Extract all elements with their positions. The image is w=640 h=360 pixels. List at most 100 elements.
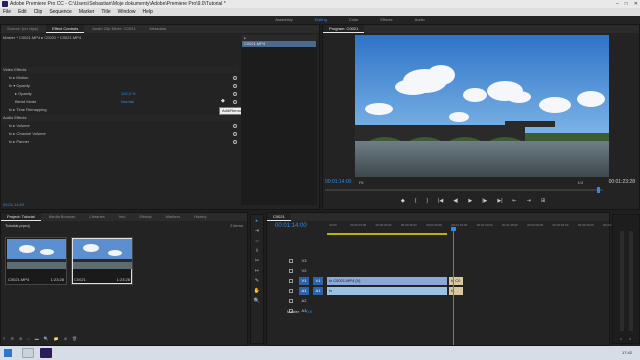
program-current-timecode[interactable]: 00:01:14:00 [325, 179, 351, 186]
project-item[interactable]: C0021.MP4 1:23:28 [5, 237, 67, 285]
pen-tool-icon[interactable]: ✎ [252, 277, 262, 285]
menu-sequence[interactable]: Sequence [49, 8, 72, 16]
tab-audio-clip-mixer[interactable]: Audio Clip Mixer: C0021 [86, 25, 141, 33]
freeform-view-icon[interactable]: ⊞ [19, 335, 22, 343]
zoom-tool-icon[interactable]: 🔍 [252, 297, 262, 305]
audio-track[interactable]: A3 [287, 307, 617, 315]
video-clip[interactable]: fx C0 [449, 277, 463, 285]
premiere-taskbar-icon[interactable] [40, 348, 52, 358]
reset-icon[interactable] [233, 84, 237, 88]
razor-tool-icon[interactable]: ✂ [252, 257, 262, 265]
play-icon[interactable]: ▶ [468, 197, 472, 205]
tab-media-browser[interactable]: Media Browser [43, 213, 82, 221]
master-volume[interactable]: 0,0 [306, 309, 312, 314]
tab-effect-controls[interactable]: Effect Controls [46, 25, 85, 33]
mark-out-icon[interactable]: } [426, 197, 428, 205]
windows-start-icon[interactable] [4, 349, 12, 357]
tab-sequence[interactable]: C0021 [267, 213, 291, 221]
lift-icon[interactable]: ⇤ [513, 197, 517, 205]
video-clip[interactable]: fx C0021.MP4 [V] [327, 277, 447, 285]
track-lock-icon[interactable] [289, 279, 293, 283]
track-name[interactable]: A2 [299, 297, 309, 305]
tab-effects[interactable]: Effects [134, 213, 158, 221]
track-name[interactable]: A1 [299, 287, 309, 295]
effect-row[interactable]: ▸ Opacity 100,0 % [1, 91, 239, 97]
workspace-editing[interactable]: Editing [306, 16, 336, 24]
workspace-color[interactable]: Color [340, 16, 368, 24]
audio-clip[interactable]: fx [327, 287, 447, 295]
effect-row[interactable]: fx ▾ Opacity [1, 83, 239, 89]
meter-solo-right[interactable]: S [629, 337, 631, 341]
source-patch[interactable]: A1 [313, 287, 323, 295]
source-patch[interactable]: V1 [313, 277, 323, 285]
audio-track[interactable]: A2 [287, 297, 617, 305]
workspace-effects[interactable]: Effects [371, 16, 401, 24]
rolling-edit-tool-icon[interactable]: ◊ [252, 247, 262, 255]
sort-icon[interactable]: ▬ [35, 335, 39, 343]
effect-controls-header[interactable]: Master * C0021.MP4 ▸ C0021 * C0021.MP4 [3, 35, 239, 40]
selection-tool-icon[interactable]: ▸ [252, 217, 262, 225]
extract-icon[interactable]: ⇥ [527, 197, 531, 205]
workspace-audio[interactable]: Audio [406, 16, 434, 24]
effect-row[interactable]: fx ▸ Volume [1, 123, 239, 129]
audio-clip[interactable]: fx [449, 287, 463, 295]
step-forward-icon[interactable]: |▶ [482, 197, 487, 205]
list-view-icon[interactable]: ≡ [3, 335, 5, 343]
effect-row[interactable]: fx ▸ Channel Volume [1, 131, 239, 137]
tab-markers[interactable]: Markers [160, 213, 186, 221]
track-lock-icon[interactable] [289, 299, 293, 303]
menu-title[interactable]: Title [101, 8, 110, 16]
workspace-assembly[interactable]: Assembly [266, 16, 301, 24]
timeline-timecode[interactable]: 00:01:14:00 [275, 223, 307, 229]
go-to-in-icon[interactable]: |◀ [438, 197, 443, 205]
go-to-out-icon[interactable]: ▶| [497, 197, 502, 205]
reset-icon[interactable] [233, 92, 237, 96]
reset-icon[interactable] [233, 76, 237, 80]
trash-icon[interactable]: 🗑 [72, 335, 77, 343]
tab-metadata[interactable]: Metadata [143, 25, 172, 33]
hand-tool-icon[interactable]: ✋ [252, 287, 262, 295]
project-item[interactable]: C0021 1:23:28 [71, 237, 133, 285]
meter-solo-left[interactable]: S [620, 337, 622, 341]
effect-row[interactable]: fx ▸ Motion [1, 75, 239, 81]
tab-project[interactable]: Project: Tutorial [1, 213, 41, 221]
work-area-bar[interactable] [327, 233, 447, 235]
effect-row-value[interactable]: 100,0 % [121, 91, 136, 97]
tab-history[interactable]: History [188, 213, 212, 221]
tab-source[interactable]: Source: (no clips) [1, 25, 44, 33]
add-marker-icon[interactable]: ◆ [401, 197, 405, 205]
maximize-icon[interactable]: □ [625, 0, 628, 8]
reset-icon[interactable] [233, 140, 237, 144]
zoom-slider-icon[interactable]: ○ [27, 335, 29, 343]
slip-tool-icon[interactable]: ↦ [252, 267, 262, 275]
tab-program[interactable]: Program: C0021 [323, 25, 365, 33]
track-name[interactable]: V3 [299, 257, 309, 265]
add-keyframe-icon[interactable]: ◆ [221, 99, 226, 104]
track-lock-icon[interactable] [289, 289, 293, 293]
effect-controls-timecode[interactable]: 00;01;14;00 [3, 202, 24, 207]
export-frame-icon[interactable]: ⊞ [541, 197, 545, 205]
track-name[interactable]: V1 [299, 277, 309, 285]
minimize-icon[interactable]: – [616, 0, 619, 8]
new-bin-icon[interactable]: 📁 [54, 335, 59, 343]
effect-row[interactable]: fx ▸ Panner [1, 139, 239, 145]
video-track[interactable]: V2 [287, 267, 617, 275]
track-lock-icon[interactable] [289, 259, 293, 263]
effect-controls-timeline[interactable]: ▶ C0021.MP4 [241, 35, 317, 205]
effect-row[interactable]: fx ▸ Time Remapping [1, 107, 239, 113]
close-icon[interactable]: ✕ [634, 0, 638, 8]
icon-view-icon[interactable]: ☰ [10, 335, 14, 343]
reset-icon[interactable] [233, 100, 237, 104]
video-track[interactable]: V3 [287, 257, 617, 265]
step-back-icon[interactable]: ◀| [453, 197, 458, 205]
effect-section[interactable]: Video Effects [1, 67, 239, 73]
menu-help[interactable]: Help [142, 8, 152, 16]
find-icon[interactable]: 🔍 [44, 335, 49, 343]
new-item-icon[interactable]: ⊕ [64, 335, 67, 343]
program-quality-dropdown[interactable]: 1/4 [577, 180, 583, 185]
menu-file[interactable]: File [3, 8, 11, 16]
program-playhead[interactable] [597, 187, 600, 193]
effect-row[interactable]: Blend Mode Normal [1, 99, 239, 105]
effect-row-value[interactable]: Normal [121, 99, 134, 105]
program-scrub-bar[interactable] [325, 189, 603, 191]
